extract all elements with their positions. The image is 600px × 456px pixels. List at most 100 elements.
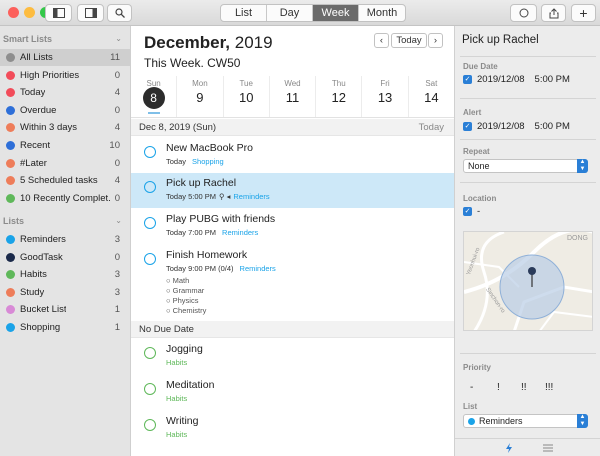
task-meta: Habits (166, 358, 187, 367)
repeat-select[interactable]: None ▲ ▼ (463, 159, 588, 173)
smart-list-item[interactable]: Recent 10 (0, 137, 130, 154)
list-item[interactable]: Reminders 3 (0, 231, 130, 248)
view-switcher: List Day Week Month (220, 4, 406, 22)
share-button[interactable] (541, 4, 566, 22)
day-column[interactable]: Fri 13 (362, 76, 409, 117)
day-column[interactable]: Thu 12 (316, 76, 363, 117)
task-row[interactable]: Meditation Habits (131, 375, 454, 410)
complete-checkbox[interactable] (144, 146, 156, 158)
complete-checkbox[interactable] (144, 253, 156, 265)
chevron-down-icon[interactable]: ⌄ (115, 34, 122, 43)
task-title: New MacBook Pro (166, 142, 253, 154)
list-color-dot (6, 235, 15, 244)
list-icon[interactable] (543, 444, 553, 452)
smart-list-item[interactable]: High Priorities 0 (0, 67, 130, 84)
subtask-item[interactable]: ○ Grammar (166, 286, 204, 295)
smart-list-label: All Lists (20, 52, 53, 63)
task-row[interactable]: Pick up Rachel Today 5:00 PM ⚲ ◂ Reminders (131, 173, 454, 208)
tab-week[interactable]: Week (313, 5, 359, 21)
day-name: Wed (284, 79, 301, 88)
day-column[interactable]: Mon 9 (177, 76, 224, 117)
due-date-value[interactable]: 2019/12/08 (477, 74, 525, 85)
complete-checkbox[interactable] (144, 181, 156, 193)
priority-high-button[interactable]: !!! (545, 382, 553, 393)
priority-label: Priority (463, 363, 492, 372)
day-column[interactable]: Wed 11 (270, 76, 317, 117)
list-select[interactable]: Reminders ▲ ▼ (463, 414, 588, 428)
smart-list-item[interactable]: 5 Scheduled tasks 4 (0, 172, 130, 189)
subtask-item[interactable]: ○ Chemistry (166, 306, 206, 315)
priority-low-button[interactable]: ! (497, 382, 500, 393)
map-district-label: DONG (567, 235, 588, 242)
due-time-value[interactable]: 5:00 PM (535, 74, 570, 85)
smart-list-item[interactable]: Within 3 days 4 (0, 119, 130, 136)
task-row[interactable]: New MacBook Pro Today Shopping (131, 138, 454, 172)
day-number: 10 (238, 90, 254, 105)
task-row[interactable]: Finish Homework Today 9:00 PM (0/4) Remind… (131, 245, 454, 321)
day-number: 12 (331, 90, 346, 105)
list-color-dot (6, 323, 15, 332)
actions-button[interactable] (510, 4, 537, 22)
smart-list-item[interactable]: #Later 0 (0, 155, 130, 172)
list-item[interactable]: Habits 3 (0, 266, 130, 283)
due-date-row: ✓ 2019/12/08 5:00 PM (463, 74, 570, 85)
list-label: Shopping (20, 322, 61, 333)
smart-list-item[interactable]: Overdue 0 (0, 102, 130, 119)
detail-title[interactable]: Pick up Rachel (462, 34, 539, 46)
lightning-icon[interactable] (505, 443, 513, 453)
subtask-item[interactable]: ○ Physics (166, 296, 198, 305)
list-item[interactable]: GoodTask 0 (0, 249, 130, 266)
task-list-name: Habits (166, 394, 188, 403)
list-item[interactable]: Shopping 1 (0, 319, 130, 336)
location-value[interactable]: - (477, 206, 480, 217)
smart-list-item[interactable]: All Lists 11 (0, 49, 130, 66)
priority-medium-button[interactable]: !! (521, 382, 527, 393)
location-checkbox[interactable]: ✓ (463, 207, 472, 216)
location-map[interactable]: DONG Yeonhui-ro Sinchon-ro (463, 231, 593, 331)
list-item[interactable]: Study 3 (0, 284, 130, 301)
toggle-detail-button[interactable] (77, 4, 104, 22)
due-date-checkbox[interactable]: ✓ (463, 75, 472, 84)
day-column[interactable]: Tue 10 (224, 76, 270, 117)
today-button[interactable]: Today (391, 33, 427, 48)
chevron-down-icon[interactable]: ⌄ (115, 216, 122, 225)
close-window-button[interactable] (8, 7, 19, 18)
smart-list-item[interactable]: 10 Recently Complet... 0 (0, 190, 130, 207)
alert-time-value[interactable]: 5:00 PM (535, 121, 570, 132)
priority-none-button[interactable]: - (470, 382, 473, 393)
toolbar: List Day Week Month + (0, 0, 600, 26)
complete-checkbox[interactable] (144, 347, 156, 359)
next-week-button[interactable]: › (428, 33, 443, 48)
task-row[interactable]: Jogging Habits (131, 339, 454, 374)
section-header-today: Dec 8, 2019 (Sun) Today (131, 119, 454, 136)
complete-checkbox[interactable] (144, 217, 156, 229)
smart-list-label: Today (20, 87, 46, 99)
tab-month[interactable]: Month (359, 5, 405, 21)
day-column[interactable]: Sun 8 (131, 76, 178, 117)
day-column[interactable]: Sat 14 (409, 76, 454, 117)
prev-week-button[interactable]: ‹ (374, 33, 389, 48)
sidebar-left-icon (52, 8, 65, 18)
complete-checkbox[interactable] (144, 419, 156, 431)
task-row[interactable]: Writing Habits (131, 411, 454, 446)
smart-list-item[interactable]: Today 4 (0, 84, 130, 101)
task-title: Writing (166, 415, 199, 427)
list-color-dot (6, 193, 15, 203)
tab-list[interactable]: List (221, 5, 267, 21)
week-view: December, 2019 This Week. CW50 ‹ Today ›… (131, 26, 454, 456)
list-item[interactable]: Bucket List 1 (0, 301, 130, 318)
task-row[interactable]: Play PUBG with friends Today 7:00 PM Remin… (131, 209, 454, 244)
toggle-sidebar-button[interactable] (45, 4, 72, 22)
add-task-button[interactable]: + (571, 4, 596, 22)
task-meta: Today Shopping (166, 157, 224, 166)
task-time: Today 9:00 PM (0/4) (166, 264, 234, 273)
complete-checkbox[interactable] (144, 383, 156, 395)
location-label: Location (463, 194, 497, 203)
subtask-item[interactable]: ○ Math (166, 276, 189, 285)
alert-date-value[interactable]: 2019/12/08 (477, 121, 525, 132)
smart-list-count: 4 (114, 122, 120, 134)
alert-checkbox[interactable]: ✓ (463, 122, 472, 131)
search-button[interactable] (107, 4, 132, 22)
minimize-window-button[interactable] (24, 7, 35, 18)
tab-day[interactable]: Day (267, 5, 313, 21)
